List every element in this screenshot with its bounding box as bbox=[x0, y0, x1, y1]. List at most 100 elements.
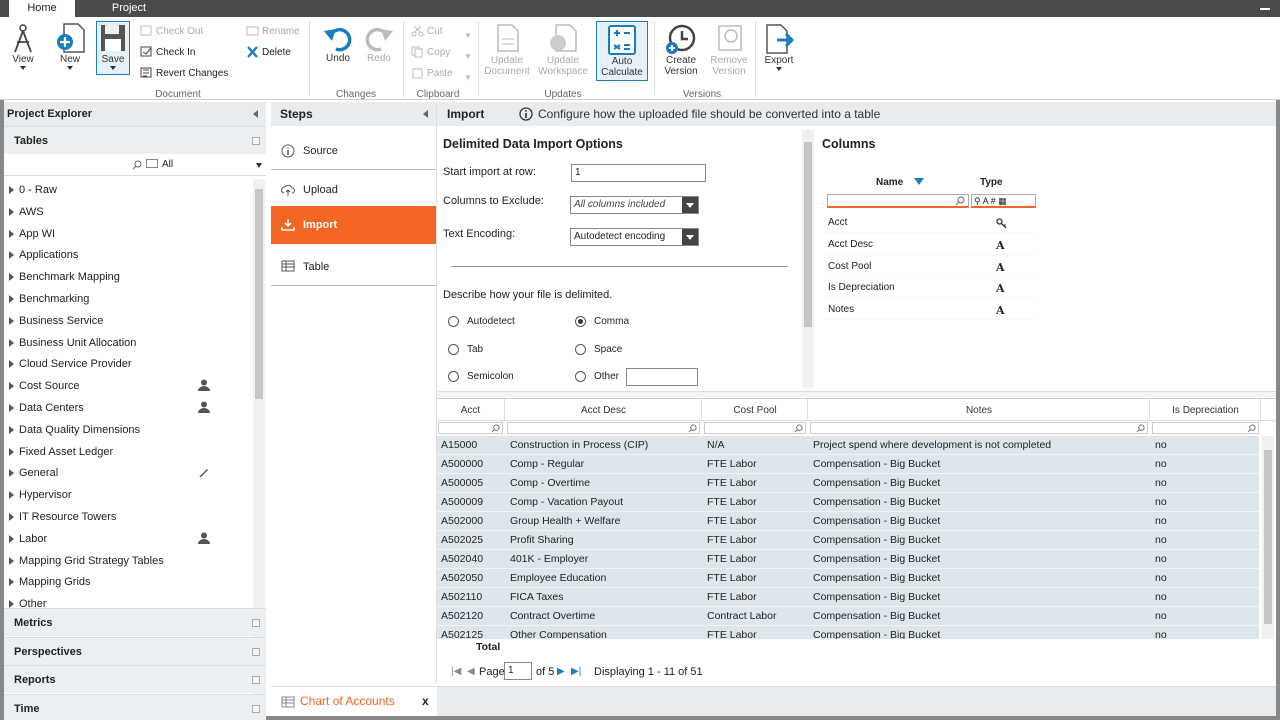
tree-item[interactable]: Mapping Grids bbox=[4, 571, 254, 593]
section-header-perspectives[interactable]: Perspectives bbox=[4, 636, 266, 665]
expand-icon[interactable] bbox=[9, 251, 14, 260]
exclude-columns-dropdown[interactable]: All columns included bbox=[570, 196, 699, 214]
section-toggle-icon[interactable] bbox=[252, 619, 260, 627]
auto-calculate-button[interactable]: Auto Calculate bbox=[596, 21, 648, 81]
tree-item[interactable]: 0 - Raw bbox=[4, 179, 254, 201]
tree-item[interactable]: Business Service bbox=[4, 310, 254, 332]
expand-icon[interactable] bbox=[9, 425, 14, 434]
radio-comma[interactable]: Comma bbox=[575, 316, 629, 327]
name-column-header[interactable]: Name bbox=[876, 177, 925, 188]
scrollbar-thumb[interactable] bbox=[255, 189, 263, 399]
options-scrollbar[interactable] bbox=[802, 130, 814, 388]
type-column-header[interactable]: Type bbox=[980, 177, 1003, 188]
tree-item[interactable]: Applications bbox=[4, 244, 254, 266]
revert-changes-button[interactable]: Revert Changes bbox=[140, 67, 228, 79]
table-row[interactable]: A500000 Comp - Regular FTE Labor Compensati… bbox=[437, 455, 1259, 474]
view-button[interactable]: View bbox=[8, 22, 38, 70]
grid-scrollbar[interactable] bbox=[1262, 436, 1274, 639]
column-filter-input[interactable] bbox=[438, 422, 503, 434]
minimize-icon[interactable] bbox=[1260, 8, 1270, 10]
delete-button[interactable]: Delete bbox=[246, 46, 291, 58]
undo-button[interactable]: Undo bbox=[320, 23, 356, 64]
column-row[interactable]: Notes A bbox=[826, 300, 1034, 321]
column-header[interactable]: Notes bbox=[809, 399, 1150, 421]
tables-section-header[interactable]: Tables bbox=[4, 126, 266, 154]
page-number-input[interactable]: 1 bbox=[504, 662, 532, 680]
column-filter-input[interactable] bbox=[507, 422, 700, 434]
check-out-button[interactable]: Check Out bbox=[140, 25, 203, 37]
step-upload[interactable]: Upload bbox=[271, 171, 436, 209]
section-toggle-icon[interactable] bbox=[252, 704, 260, 713]
section-toggle-icon[interactable] bbox=[252, 647, 260, 656]
expand-icon[interactable] bbox=[9, 469, 14, 478]
remove-version-button[interactable]: Remove Version bbox=[706, 23, 752, 77]
last-page-icon[interactable]: ▶| bbox=[571, 666, 581, 677]
update-workspace-button[interactable]: Update Workspace bbox=[536, 23, 590, 77]
tree-item[interactable]: Business Unit Allocation bbox=[4, 332, 254, 354]
column-header[interactable]: Is Depreciation bbox=[1151, 399, 1261, 421]
column-type-filter[interactable]: ⚲ A # ▦ bbox=[971, 194, 1036, 208]
other-delimiter-input[interactable] bbox=[626, 368, 698, 386]
create-version-button[interactable]: Create Version bbox=[658, 23, 704, 77]
column-row[interactable]: Is Depreciation A bbox=[826, 278, 1034, 299]
document-tab[interactable]: Chart of Accounts x bbox=[271, 686, 437, 716]
table-row[interactable]: A502050 Employee Education FTE Labor Compen… bbox=[437, 569, 1259, 588]
section-header-metrics[interactable]: Metrics bbox=[4, 608, 266, 636]
tab-home[interactable]: Home bbox=[9, 0, 75, 17]
tree-item[interactable]: Fixed Asset Ledger bbox=[4, 441, 254, 463]
first-page-icon[interactable]: |◀ bbox=[451, 666, 461, 677]
tree-item[interactable]: Labor bbox=[4, 528, 254, 550]
column-header[interactable]: Acct bbox=[437, 399, 505, 421]
tree-item[interactable]: App WI bbox=[4, 223, 254, 245]
expand-icon[interactable] bbox=[9, 491, 14, 500]
paste-button[interactable]: Paste bbox=[411, 67, 453, 79]
step-source[interactable]: Source bbox=[271, 132, 436, 170]
step-import[interactable]: Import bbox=[271, 206, 436, 244]
expand-icon[interactable] bbox=[9, 600, 14, 609]
dropdown-arrow-icon[interactable] bbox=[682, 197, 698, 213]
expand-icon[interactable] bbox=[9, 273, 14, 282]
update-document-button[interactable]: Update Document bbox=[482, 23, 532, 77]
table-row[interactable]: A500005 Comp - Overtime FTE Labor Compensat… bbox=[437, 474, 1259, 493]
column-name-filter[interactable] bbox=[827, 194, 969, 208]
tree-item[interactable]: Mapping Grid Strategy Tables bbox=[4, 550, 254, 572]
radio-autodetect[interactable]: Autodetect bbox=[448, 316, 515, 327]
copy-button[interactable]: Copy bbox=[411, 46, 450, 58]
column-header[interactable]: Acct Desc bbox=[506, 399, 702, 421]
expand-icon[interactable] bbox=[9, 229, 14, 238]
expand-icon[interactable] bbox=[9, 447, 14, 456]
expand-icon[interactable] bbox=[9, 186, 14, 194]
panel-splitter[interactable] bbox=[437, 391, 1276, 397]
tree-item[interactable]: Cloud Service Provider bbox=[4, 353, 254, 375]
table-row[interactable]: A502120 Contract Overtime Contract Labor Co… bbox=[437, 607, 1259, 626]
section-toggle-icon[interactable] bbox=[252, 676, 260, 685]
table-row[interactable]: A502000 Group Health + Welfare FTE Labor Co… bbox=[437, 512, 1259, 531]
tree-item[interactable]: Cost Source bbox=[4, 375, 254, 397]
column-header[interactable]: Cost Pool bbox=[703, 399, 808, 421]
export-button[interactable]: Export bbox=[760, 23, 798, 71]
tree-item[interactable]: Data Quality Dimensions bbox=[4, 419, 254, 441]
radio-other[interactable]: Other bbox=[575, 371, 619, 382]
column-filter-input[interactable] bbox=[1152, 422, 1259, 434]
table-row[interactable]: A502110 FICA Taxes FTE Labor Compensation -… bbox=[437, 588, 1259, 607]
tree-item[interactable]: IT Resource Towers bbox=[4, 506, 254, 528]
scrollbar-thumb[interactable] bbox=[804, 142, 812, 327]
column-filter-input[interactable] bbox=[810, 422, 1148, 434]
check-in-button[interactable]: Check In bbox=[140, 46, 195, 58]
tree-item[interactable]: Hypervisor bbox=[4, 484, 254, 506]
scrollbar-thumb[interactable] bbox=[1264, 450, 1272, 624]
tree-item[interactable]: Benchmark Mapping bbox=[4, 266, 254, 288]
expand-icon[interactable] bbox=[9, 534, 14, 543]
radio-space[interactable]: Space bbox=[575, 344, 622, 355]
expand-icon[interactable] bbox=[9, 513, 14, 521]
start-row-input[interactable]: 1 bbox=[571, 164, 706, 182]
step-table[interactable]: Table bbox=[271, 248, 436, 286]
table-row[interactable]: A15000 Construction in Process (CIP) N/A Pr… bbox=[437, 436, 1259, 455]
next-page-icon[interactable]: ▶ bbox=[557, 666, 565, 677]
column-row[interactable]: Acct bbox=[826, 213, 1034, 233]
expand-icon[interactable] bbox=[9, 556, 14, 565]
expand-icon[interactable] bbox=[9, 578, 14, 587]
save-button[interactable]: Save bbox=[96, 21, 130, 75]
expand-icon[interactable] bbox=[9, 360, 14, 369]
rename-button[interactable]: Rename bbox=[246, 25, 300, 37]
